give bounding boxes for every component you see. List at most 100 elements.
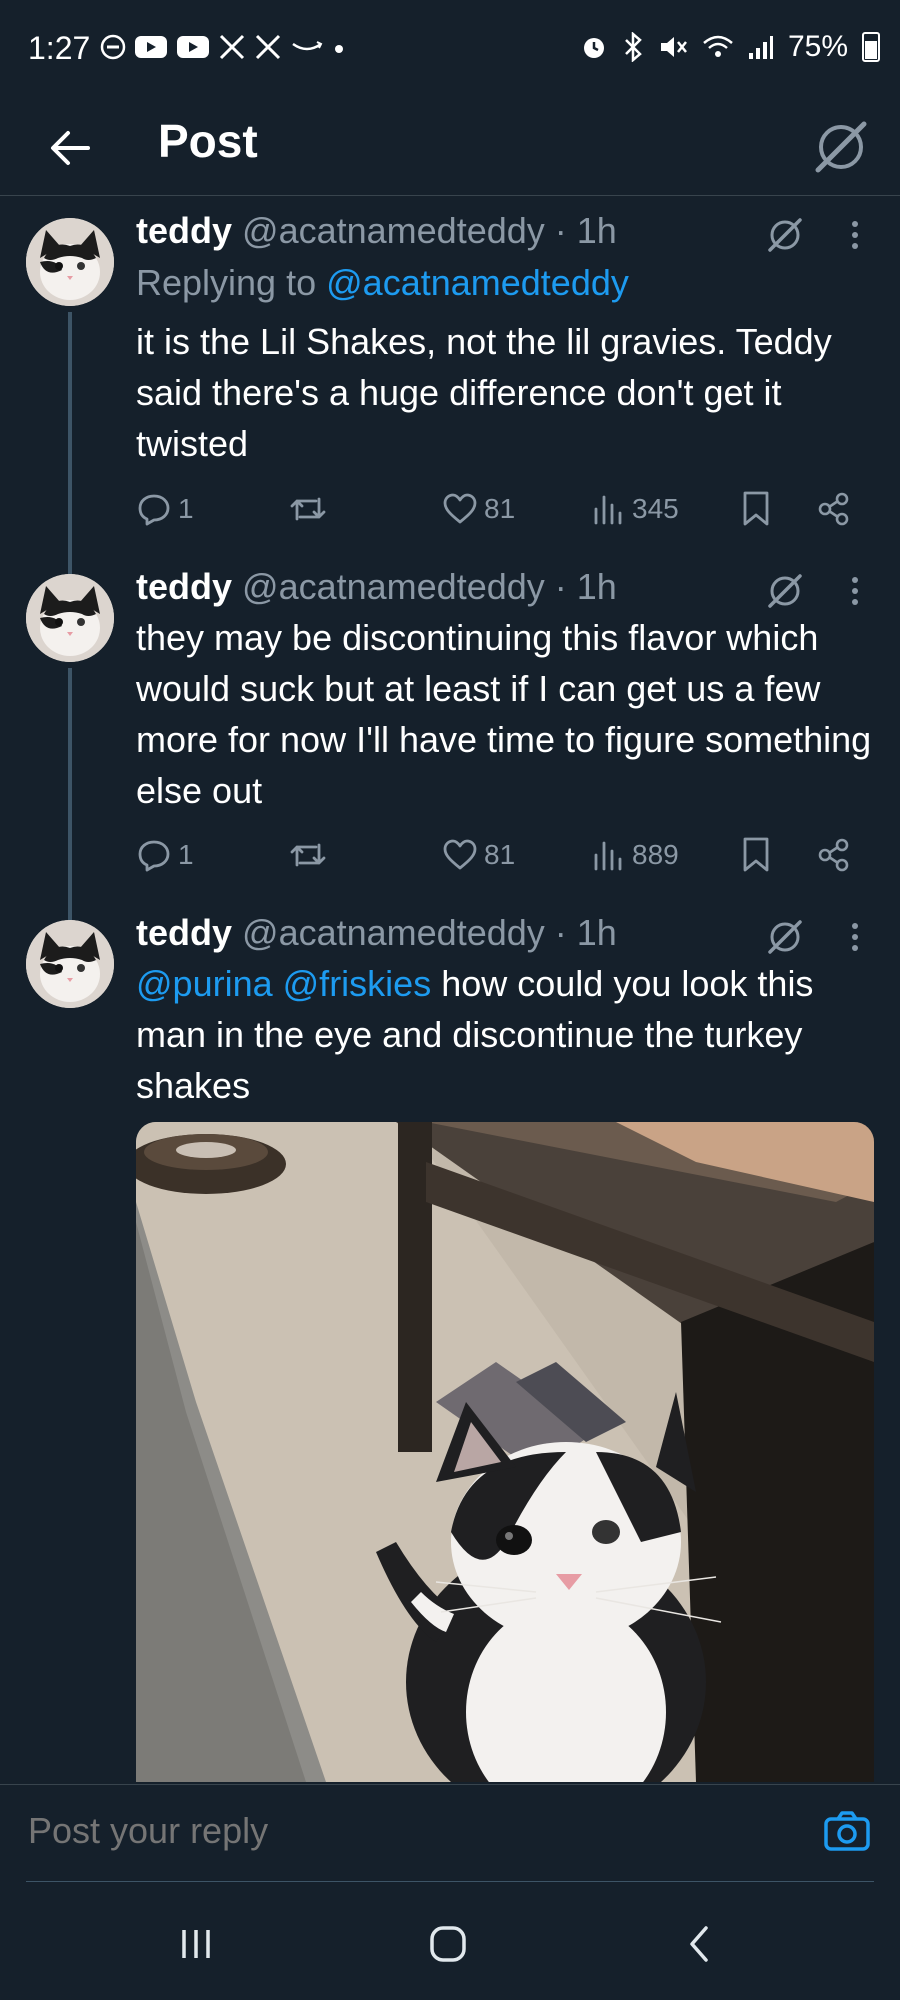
share-icon [818, 838, 849, 872]
grok-button[interactable] [806, 112, 876, 182]
camera-icon [824, 1811, 870, 1851]
author-name[interactable]: teddy [136, 210, 232, 251]
grok-explain-button[interactable] [762, 914, 808, 960]
system-nav-bar [0, 1882, 900, 2000]
tweet-text: @purina @friskies how could you look thi… [136, 958, 876, 1111]
cat-photo [136, 1122, 874, 1782]
reply-button[interactable]: 1 [136, 830, 194, 880]
bookmark-button[interactable] [740, 484, 772, 534]
repost-icon [290, 843, 326, 867]
views-button[interactable]: 345 [592, 484, 679, 534]
repost-button[interactable] [288, 830, 334, 880]
heart-icon [443, 839, 477, 870]
back-button[interactable] [40, 118, 100, 178]
more-vertical-icon [852, 221, 858, 249]
view-count: 889 [632, 839, 679, 870]
tweet-media-photo[interactable] [136, 1122, 874, 1782]
x-icon [255, 34, 281, 60]
chevron-left-icon [690, 1926, 708, 1962]
avatar[interactable] [26, 920, 114, 1008]
x-icon [219, 34, 245, 60]
replying-to-label: Replying to [136, 262, 317, 303]
amazon-icon [292, 41, 323, 51]
status-time: 1:27 [28, 30, 91, 66]
grok-icon [768, 920, 802, 954]
system-icons: 75% [580, 30, 880, 64]
bookmark-button[interactable] [740, 830, 772, 880]
author-handle[interactable]: @acatnamedteddy [242, 566, 545, 607]
repost-button[interactable] [288, 484, 334, 534]
views-icon [594, 841, 622, 871]
bookmark-icon [743, 837, 769, 872]
share-button[interactable] [816, 484, 852, 534]
bookmark-icon [743, 491, 769, 526]
recent-apps-button[interactable] [156, 1904, 236, 1984]
author-name[interactable]: teddy [136, 912, 232, 953]
like-count: 81 [484, 493, 516, 524]
thread-connector [68, 312, 72, 574]
dot-icon [335, 45, 343, 53]
signal-icon [748, 36, 773, 59]
grok-explain-button[interactable] [762, 212, 808, 258]
wifi-icon [703, 35, 733, 57]
recent-apps-icon [182, 1930, 210, 1958]
camera-button[interactable] [822, 1807, 872, 1857]
avatar[interactable] [26, 574, 114, 662]
more-options-button[interactable] [840, 568, 870, 614]
reply-icon [138, 494, 170, 526]
page-title: Post [158, 115, 258, 167]
tweet-text: they may be discontinuing this flavor wh… [136, 617, 872, 811]
top-app-bar: Post [0, 100, 900, 196]
battery-percent: 75% [787, 30, 848, 63]
tweet-header: teddy @acatnamedteddy · 1h [136, 210, 617, 252]
share-icon [818, 492, 849, 526]
reply-icon [138, 840, 170, 872]
grok-icon [768, 218, 802, 252]
more-options-button[interactable] [840, 212, 870, 258]
share-button[interactable] [816, 830, 852, 880]
like-count: 81 [484, 839, 516, 870]
cat-avatar-image [26, 574, 114, 662]
replying-to-mention[interactable]: @acatnamedteddy [326, 262, 629, 303]
reply-input[interactable] [26, 1809, 730, 1853]
home-button[interactable] [408, 1904, 488, 1984]
author-handle[interactable]: @acatnamedteddy [242, 210, 545, 251]
mention-purina[interactable]: @purina [136, 963, 273, 1004]
view-count: 345 [632, 493, 679, 524]
reply-count: 1 [178, 839, 194, 870]
like-button[interactable]: 81 [442, 830, 515, 880]
tweet-text: it is the Lil Shakes, not the lil gravie… [136, 321, 832, 464]
do-not-disturb-icon [100, 34, 126, 60]
post-time: · 1h [554, 912, 617, 953]
youtube-icon [177, 36, 209, 58]
avatar[interactable] [26, 218, 114, 306]
author-handle[interactable]: @acatnamedteddy [242, 912, 545, 953]
grok-explain-button[interactable] [762, 568, 808, 614]
author-name[interactable]: teddy [136, 566, 232, 607]
arrow-left-icon [51, 131, 90, 165]
battery-icon [862, 32, 880, 62]
mention-friskies[interactable]: @friskies [283, 963, 432, 1004]
reply-button[interactable]: 1 [136, 484, 194, 534]
replying-to: Replying to @acatnamedteddy [136, 262, 629, 304]
status-bar: 1:27 75% [0, 0, 900, 100]
mute-icon [660, 37, 687, 57]
back-nav-button[interactable] [660, 1904, 740, 1984]
tweet-actions: 1 81 889 [136, 830, 876, 880]
tweet-header: teddy @acatnamedteddy · 1h [136, 912, 617, 954]
grok-icon [768, 574, 802, 608]
repost-icon [290, 497, 326, 521]
tweet-header: teddy @acatnamedteddy · 1h [136, 566, 617, 608]
reply-count: 1 [178, 493, 194, 524]
alarm-icon [583, 38, 604, 58]
more-options-button[interactable] [840, 914, 870, 960]
more-vertical-icon [852, 923, 858, 951]
cat-avatar-image [26, 920, 114, 1008]
like-button[interactable]: 81 [442, 484, 515, 534]
thread-connector [68, 668, 72, 920]
tweet-actions: 1 81 345 [136, 484, 876, 534]
reply-bar [0, 1784, 900, 1883]
cat-avatar-image [26, 218, 114, 306]
views-button[interactable]: 889 [592, 830, 679, 880]
grok-icon [815, 121, 867, 173]
